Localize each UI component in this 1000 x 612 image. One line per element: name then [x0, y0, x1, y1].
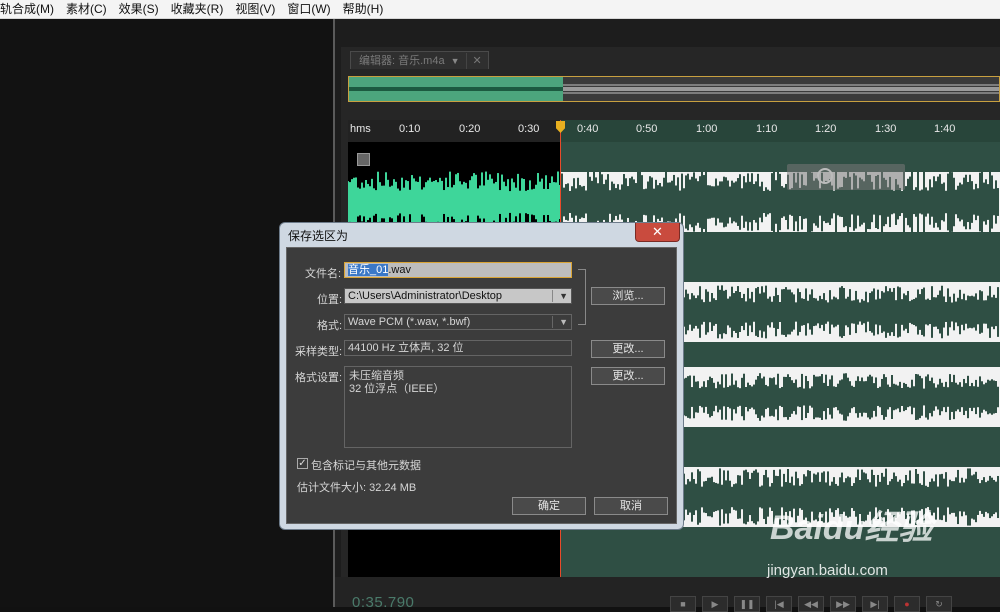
- dialog-body: 文件名: 音乐_01.wav 位置: C:\Users\Administrato…: [286, 247, 677, 524]
- time-display: 0:35.790: [352, 594, 415, 611]
- include-markers-label: 包含标记与其他元数据: [311, 460, 421, 472]
- change-format-settings-button[interactable]: 更改...: [591, 367, 665, 385]
- format-label: 格式:: [317, 320, 343, 332]
- cancel-button[interactable]: 取消: [594, 497, 668, 515]
- format-settings-line: 未压缩音频: [349, 370, 404, 382]
- waveform-toggle-icon[interactable]: [357, 153, 370, 166]
- dialog-close-button[interactable]: ✕: [635, 223, 680, 242]
- estimated-size: 估计文件大小: 32.24 MB: [297, 482, 417, 494]
- format-value: Wave PCM (*.wav, *.bwf): [348, 316, 471, 328]
- menu-help[interactable]: 帮助(H): [337, 0, 390, 18]
- sample-type-label: 采样类型:: [295, 346, 343, 358]
- menu-bar: 轨合成(M) 素材(C) 效果(S) 收藏夹(R) 视图(V) 窗口(W) 帮助…: [0, 0, 1000, 19]
- play-icon[interactable]: ▶: [702, 596, 728, 612]
- tab-close-icon[interactable]: ✕: [465, 52, 482, 69]
- ruler-tick: 1:30: [875, 123, 897, 135]
- ok-button[interactable]: 确定: [512, 497, 586, 515]
- browse-button[interactable]: 浏览...: [591, 287, 665, 305]
- chevron-down-icon[interactable]: ▼: [559, 315, 568, 329]
- stop-icon[interactable]: ■: [670, 596, 696, 612]
- record-icon[interactable]: ●: [894, 596, 920, 612]
- loop-icon[interactable]: ↻: [926, 596, 952, 612]
- location-value: C:\Users\Administrator\Desktop: [348, 290, 503, 302]
- filename-extension: .wav: [388, 264, 411, 276]
- ruler-tick: 1:00: [696, 123, 718, 135]
- overview-wave-shape: [349, 84, 999, 94]
- editor-tabbar: 编辑器: 音乐.m4a ▼ ✕: [350, 51, 489, 69]
- ruler-tick: 1:10: [756, 123, 778, 135]
- menu-window[interactable]: 窗口(W): [281, 0, 336, 18]
- ruler-tick: 0:40: [577, 123, 599, 135]
- transport-controls: ■ ▶ ❚❚ |◀ ◀◀ ▶▶ ▶| ● ↻: [670, 596, 952, 612]
- format-settings-line: 32 位浮点（IEEE）: [349, 383, 445, 395]
- menu-view[interactable]: 视图(V): [229, 0, 281, 18]
- ruler-tick: 0:20: [459, 123, 481, 135]
- volume-knob-icon[interactable]: [817, 168, 833, 184]
- combo-separator: [552, 290, 553, 302]
- sample-type-value: 44100 Hz 立体声, 32 位: [344, 340, 572, 356]
- watermark-url: jingyan.baidu.com: [767, 562, 888, 579]
- rewind-icon[interactable]: ◀◀: [798, 596, 824, 612]
- include-markers-checkbox[interactable]: ✓: [297, 458, 308, 469]
- ruler-tick: 0:10: [399, 123, 421, 135]
- dialog-title: 保存选区为: [288, 229, 349, 243]
- menu-effects[interactable]: 效果(S): [113, 0, 165, 18]
- overview-waveform[interactable]: [348, 76, 1000, 102]
- ruler-tick: 1:20: [815, 123, 837, 135]
- time-ruler[interactable]: hms 0:10 0:20 0:30 0:40 0:50 1:00 1:10 1…: [348, 120, 1000, 142]
- format-settings-label: 格式设置:: [295, 372, 343, 384]
- ruler-tick: 0:50: [636, 123, 658, 135]
- skip-forward-icon[interactable]: ▶|: [862, 596, 888, 612]
- skip-back-icon[interactable]: |◀: [766, 596, 792, 612]
- watermark-logo: Baidu经验: [770, 509, 933, 547]
- editor-tab-label: 编辑器: 音乐.m4a: [359, 54, 445, 67]
- filename-input[interactable]: 音乐_01.wav: [344, 262, 572, 278]
- pause-icon[interactable]: ❚❚: [734, 596, 760, 612]
- link-bracket: [578, 269, 586, 325]
- chevron-down-icon[interactable]: ▼: [559, 289, 568, 303]
- combo-separator: [552, 316, 553, 328]
- format-settings-box: 未压缩音频 32 位浮点（IEEE）: [344, 366, 572, 448]
- ruler-tick: 1:40: [934, 123, 956, 135]
- editor-tab[interactable]: 编辑器: 音乐.m4a ▼ ✕: [350, 51, 489, 69]
- save-selection-dialog: 保存选区为 ✕ 文件名: 音乐_01.wav 位置: C:\Users\Admi…: [279, 222, 684, 530]
- volume-hud[interactable]: [787, 164, 905, 190]
- ruler-unit: hms: [350, 123, 371, 135]
- change-sample-type-button[interactable]: 更改...: [591, 340, 665, 358]
- menu-clip[interactable]: 素材(C): [60, 0, 113, 18]
- format-select[interactable]: Wave PCM (*.wav, *.bwf) ▼: [344, 314, 572, 330]
- menu-favorites[interactable]: 收藏夹(R): [165, 0, 230, 18]
- location-label: 位置:: [317, 294, 343, 306]
- menu-multitrack[interactable]: 轨合成(M): [0, 0, 60, 18]
- fast-forward-icon[interactable]: ▶▶: [830, 596, 856, 612]
- close-icon: ✕: [652, 224, 663, 239]
- location-select[interactable]: C:\Users\Administrator\Desktop ▼: [344, 288, 572, 304]
- filename-label: 文件名:: [305, 268, 342, 280]
- filename-selected-text: 音乐_01: [348, 264, 389, 276]
- tab-dropdown-icon[interactable]: ▼: [451, 53, 460, 69]
- ruler-tick: 0:30: [518, 123, 540, 135]
